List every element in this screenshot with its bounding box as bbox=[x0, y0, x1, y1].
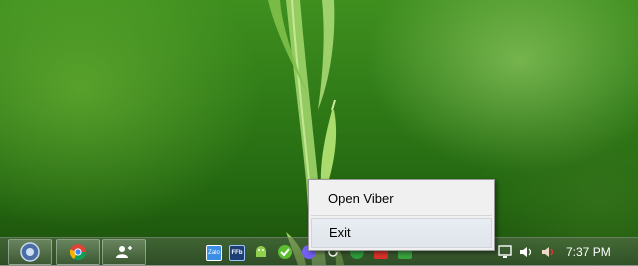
start-button[interactable] bbox=[8, 239, 52, 265]
android-icon[interactable] bbox=[254, 245, 268, 259]
menu-item-exit[interactable]: Exit bbox=[311, 218, 492, 248]
menu-separator bbox=[311, 215, 492, 216]
clock[interactable]: 7:37 PM bbox=[566, 245, 611, 259]
viber-context-menu: Open Viber Exit bbox=[308, 179, 495, 251]
zalo-icon[interactable]: Zalo bbox=[206, 245, 222, 261]
fb-icon[interactable]: FFb bbox=[229, 245, 245, 261]
zalo-icon-text: Zalo bbox=[208, 250, 220, 256]
start-orb-icon bbox=[20, 242, 40, 262]
taskbar-chrome-button[interactable] bbox=[56, 239, 100, 265]
chrome-icon bbox=[69, 244, 87, 261]
mute-icon[interactable] bbox=[541, 245, 555, 259]
taskbar-contacts-button[interactable] bbox=[102, 239, 146, 265]
monitor-icon[interactable] bbox=[498, 245, 512, 259]
fb-icon-text: FFb bbox=[231, 250, 243, 256]
menu-item-open-viber[interactable]: Open Viber bbox=[311, 184, 492, 214]
check-icon[interactable] bbox=[278, 245, 292, 259]
volume-icon[interactable] bbox=[519, 245, 533, 259]
contacts-icon bbox=[116, 246, 132, 258]
